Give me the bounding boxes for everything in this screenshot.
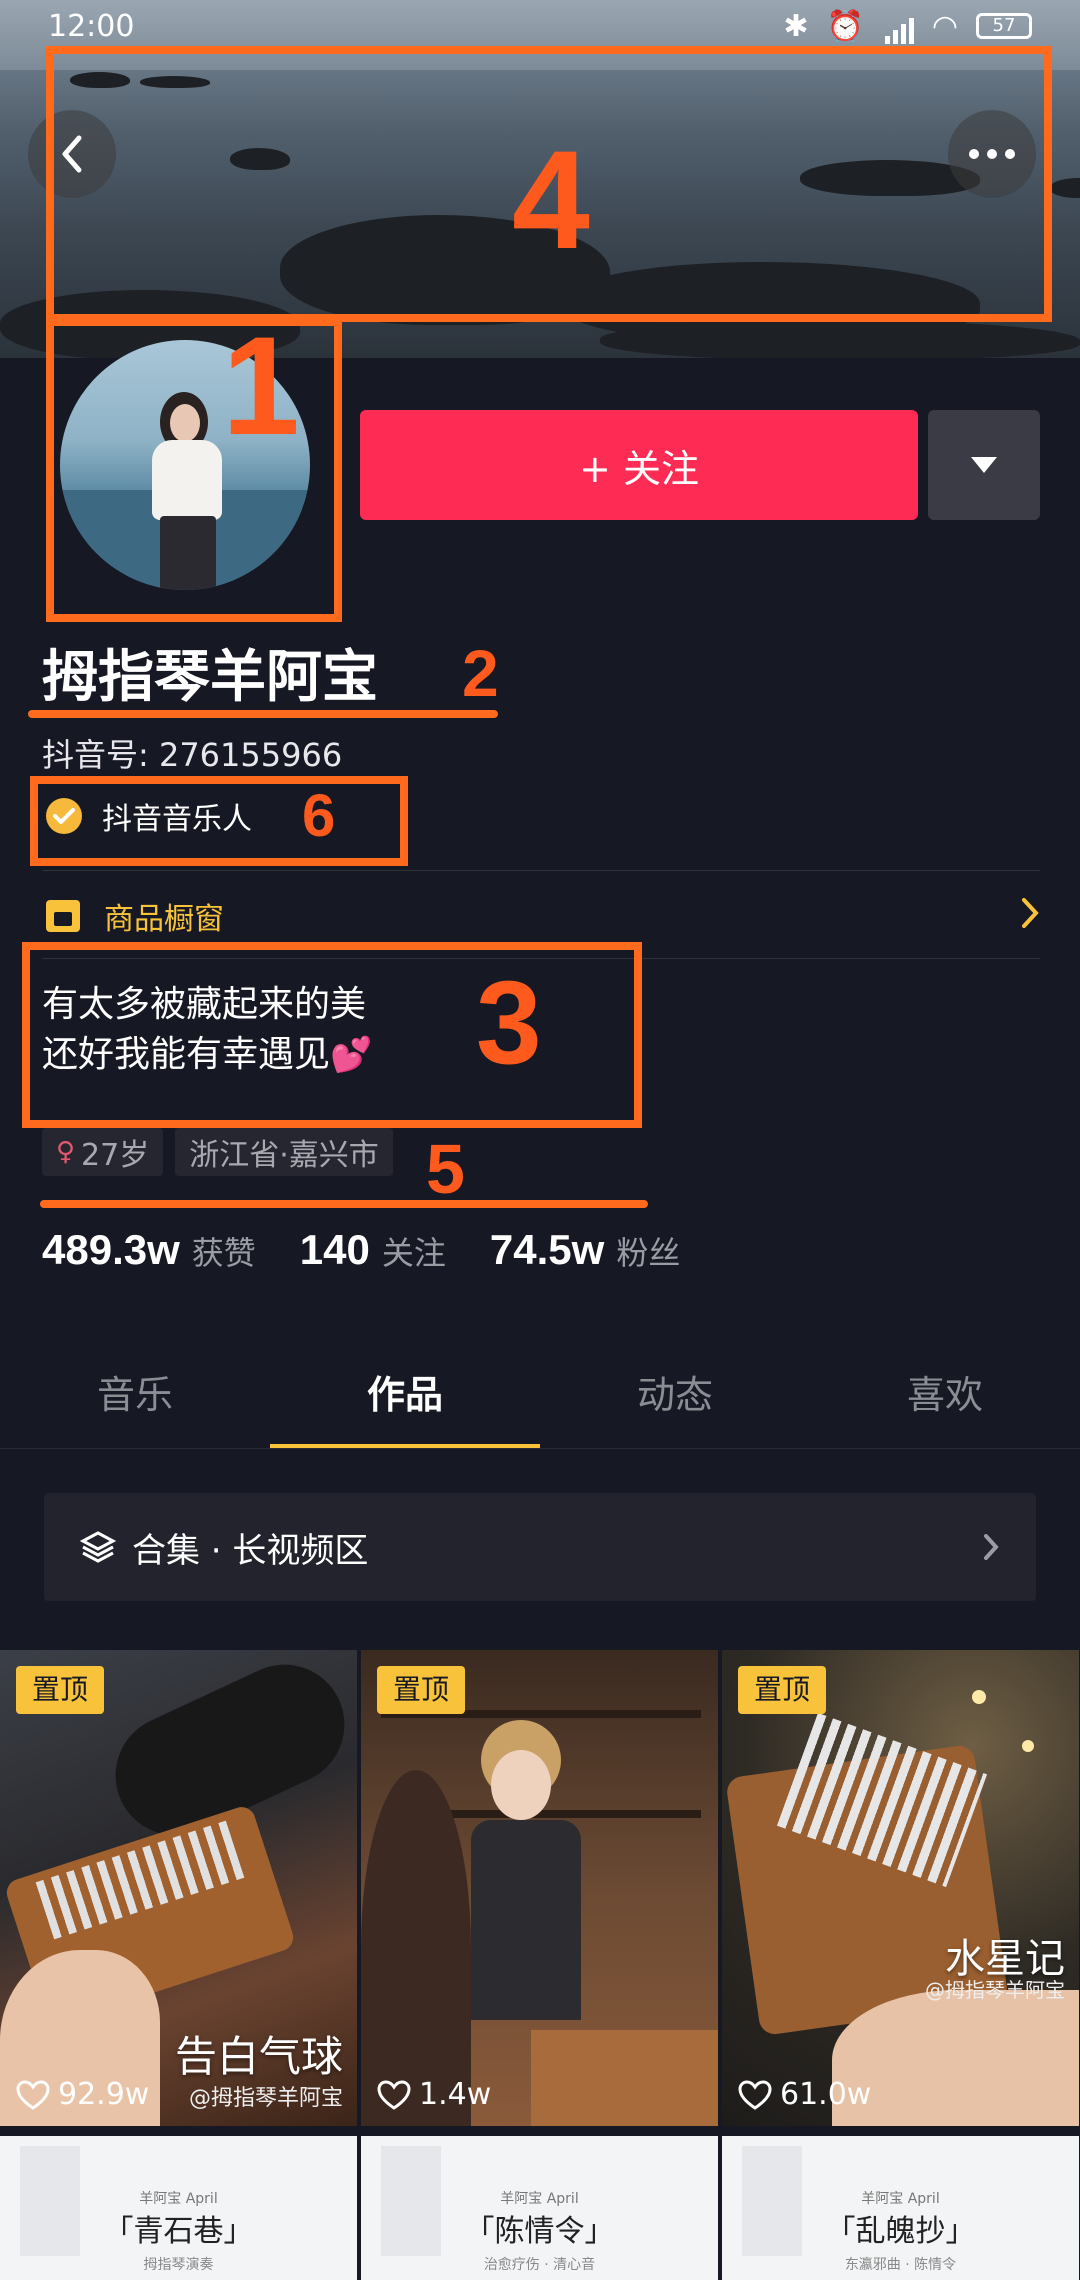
douyin-id: 抖音号: 276155966 xyxy=(42,736,343,774)
chevron-right-icon xyxy=(1020,896,1040,938)
video-thumbnail[interactable]: 羊阿宝 April 「陈情令」 治愈疗伤 · 清心音 xyxy=(361,2136,718,2280)
annotation-underline-5 xyxy=(40,1200,648,1208)
video-likes: 61.0w xyxy=(738,2077,871,2112)
video-likes: 92.9w xyxy=(16,2077,149,2112)
profile-tags: ♀ 27岁 浙江省·嘉兴市 xyxy=(42,1128,393,1176)
recommend-dropdown-button[interactable] xyxy=(928,410,1040,520)
tabs-divider xyxy=(0,1448,1080,1449)
shop-icon xyxy=(46,900,80,932)
tab-works[interactable]: 作品 xyxy=(270,1355,540,1449)
pinned-badge: 置顶 xyxy=(16,1666,105,1714)
video-overlay-handle: @拇指琴羊阿宝 xyxy=(925,1978,1065,2002)
profile-name: 拇指琴羊阿宝 xyxy=(42,645,378,710)
pinned-badge: 置顶 xyxy=(377,1666,466,1714)
location-tag: 浙江省·嘉兴市 xyxy=(175,1128,393,1176)
annotation-number-3: 3 xyxy=(476,957,542,1089)
battery-icon: 57 xyxy=(976,13,1032,39)
annotation-number-1: 1 xyxy=(222,307,300,464)
tab-music[interactable]: 音乐 xyxy=(0,1355,270,1449)
stat-followers[interactable]: 74.5w 粉丝 xyxy=(490,1226,680,1274)
stat-following[interactable]: 140 关注 xyxy=(300,1226,446,1274)
annotation-number-4: 4 xyxy=(512,121,590,278)
tab-likes[interactable]: 喜欢 xyxy=(810,1355,1080,1449)
video-likes: 1.4w xyxy=(377,2077,491,2112)
video-thumbnail[interactable]: 羊阿宝 April 「青石巷」 拇指琴演奏 xyxy=(0,2136,357,2280)
stat-likes: 489.3w 获赞 xyxy=(42,1226,256,1273)
follow-button[interactable]: + 关注 xyxy=(360,410,918,520)
video-title: 「陈情令」 xyxy=(464,2214,615,2249)
alarm-icon: ⏰ xyxy=(826,8,864,44)
heart-outline-icon xyxy=(377,2079,411,2110)
video-overlay-handle: @拇指琴羊阿宝 xyxy=(188,2086,343,2111)
status-time: 12:00 xyxy=(48,8,135,44)
status-bar: 12:00 ✱ ⏰ ◠ 57 xyxy=(0,0,1080,52)
annotation-box-6 xyxy=(30,776,408,866)
bluetooth-icon: ✱ xyxy=(783,8,809,44)
video-thumbnail[interactable]: 置顶 水星记 @拇指琴羊阿宝 61.0w xyxy=(722,1650,1079,2126)
profile-stats: 489.3w 获赞 140 关注 74.5w 粉丝 xyxy=(42,1226,724,1274)
shop-window-entry[interactable]: 商品橱窗 xyxy=(46,888,1040,944)
heart-outline-icon xyxy=(16,2079,50,2110)
shop-label: 商品橱窗 xyxy=(104,902,224,937)
collection-label: 合集 · 长视频区 xyxy=(132,1530,369,1571)
annotation-number-6: 6 xyxy=(302,782,336,849)
layers-icon xyxy=(80,1531,116,1563)
age-tag: ♀ 27岁 xyxy=(42,1128,164,1176)
video-thumbnail[interactable]: 置顶 1.4w xyxy=(361,1650,718,2126)
video-overlay-title: 告白气球 xyxy=(174,2032,343,2081)
chevron-right-icon xyxy=(982,1531,1000,1571)
annotation-underline-2 xyxy=(28,710,498,718)
wifi-icon: ◠ xyxy=(931,8,958,44)
tab-updates[interactable]: 动态 xyxy=(540,1355,810,1449)
video-thumbnail[interactable]: 羊阿宝 April 「乱魄抄」 东瀛邪曲 · 陈情令 xyxy=(722,2136,1079,2280)
collection-entry[interactable]: 合集 · 长视频区 xyxy=(44,1493,1036,1601)
signal-icon xyxy=(882,9,914,44)
video-thumbnail[interactable]: 置顶 告白气球 @拇指琴羊阿宝 92.9w xyxy=(0,1650,357,2126)
divider xyxy=(42,870,1040,871)
annotation-number-2: 2 xyxy=(462,636,499,710)
heart-outline-icon xyxy=(738,2079,772,2110)
video-title: 「青石巷」 xyxy=(103,2214,254,2249)
profile-tabs: 音乐 作品 动态 喜欢 xyxy=(0,1355,1080,1449)
triangle-down-icon xyxy=(971,457,997,473)
annotation-number-5: 5 xyxy=(426,1130,465,1208)
pinned-badge: 置顶 xyxy=(738,1666,827,1714)
annotation-box-3 xyxy=(22,942,642,1128)
video-title: 「乱魄抄」 xyxy=(825,2214,976,2249)
person-icon: ♀ xyxy=(56,1137,76,1167)
profile-page: { "status_bar": {"time": "12:00", "batte… xyxy=(0,0,1080,2280)
